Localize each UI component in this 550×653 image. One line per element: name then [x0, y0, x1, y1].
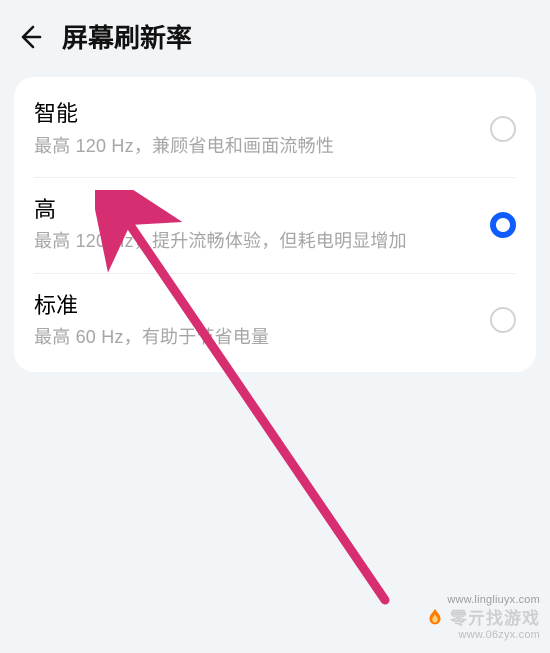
back-button[interactable]: [16, 21, 54, 53]
back-arrow-icon: [16, 23, 44, 51]
option-standard[interactable]: 标准 最高 60 Hz，有助于节省电量: [14, 273, 536, 369]
option-smart[interactable]: 智能 最高 120 Hz，兼顾省电和画面流畅性: [14, 81, 536, 177]
radio-smart[interactable]: [490, 116, 516, 142]
option-description: 最高 120 Hz，兼顾省电和画面流畅性: [34, 133, 464, 159]
option-title: 高: [34, 195, 464, 225]
watermark-url-top: www.lingliuyx.com: [424, 594, 540, 608]
option-high[interactable]: 高 最高 120 Hz，提升流畅体验，但耗电明显增加: [14, 177, 536, 273]
flame-icon: [424, 607, 446, 629]
watermark-url-bottom: www.06zyx.com: [424, 629, 540, 643]
radio-standard[interactable]: [490, 307, 516, 333]
option-description: 最高 60 Hz，有助于节省电量: [34, 324, 464, 350]
watermark-brand-row: 零亓找游戏: [424, 607, 540, 629]
page-title: 屏幕刷新率: [62, 18, 192, 55]
option-title: 标准: [34, 291, 464, 321]
page-header: 屏幕刷新率: [0, 0, 550, 69]
option-description: 最高 120 Hz，提升流畅体验，但耗电明显增加: [34, 228, 464, 254]
option-title: 智能: [34, 99, 464, 129]
options-card: 智能 最高 120 Hz，兼顾省电和画面流畅性 高 最高 120 Hz，提升流畅…: [14, 77, 536, 372]
radio-high[interactable]: [490, 212, 516, 238]
watermark-brand-text: 零亓找游戏: [450, 608, 540, 629]
watermark-block: www.lingliuyx.com 零亓找游戏 www.06zyx.com: [424, 594, 540, 644]
